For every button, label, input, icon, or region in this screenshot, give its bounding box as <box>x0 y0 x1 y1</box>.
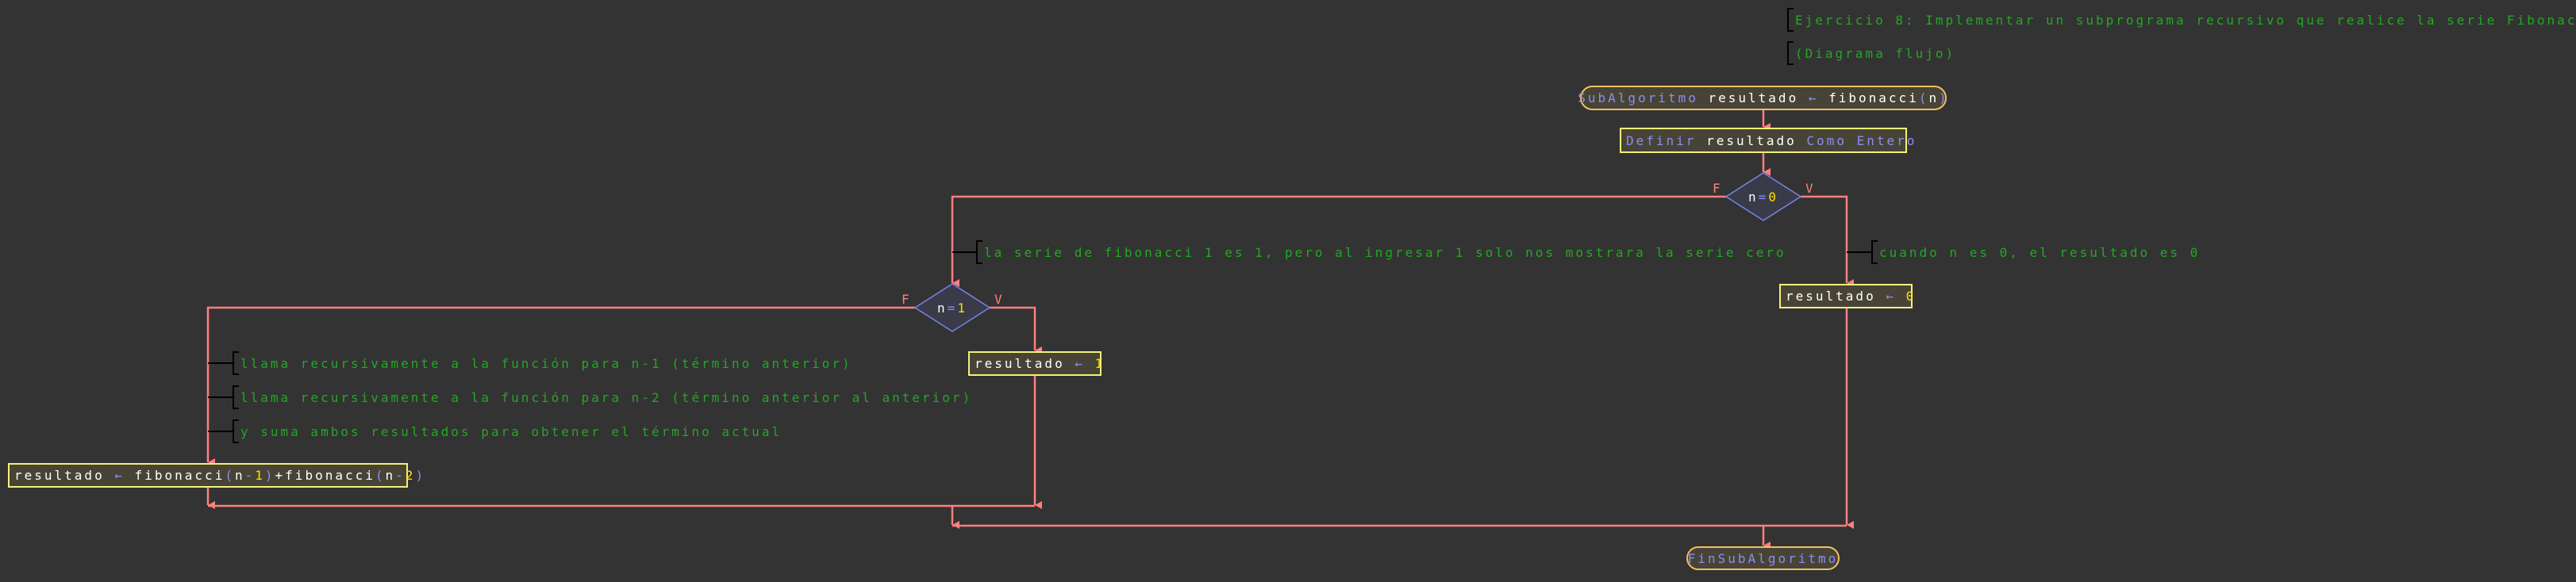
false-label: F <box>902 292 912 307</box>
comment-text: cuando n es 0, el resultado es 0 <box>1879 244 2201 260</box>
define-box[interactable]: Definir resultado Como Entero <box>1620 128 1914 153</box>
comment-rec2[interactable]: llama recursivamente a la función para n… <box>233 385 972 409</box>
comment-bracket <box>233 419 239 443</box>
paren: ) <box>1939 90 1949 105</box>
number: 0 <box>1905 289 1917 304</box>
assign-arrow: ← <box>1075 356 1085 371</box>
comment-text: y suma ambos resultados para obtener el … <box>240 423 782 439</box>
operator: = <box>947 300 958 316</box>
keyword: Como <box>1806 132 1847 148</box>
variable: n <box>234 468 245 483</box>
start-terminal[interactable]: SubAlgoritmo resultado ← fibonacci(n) <box>1578 86 1949 110</box>
assign-arrow: ← <box>1808 90 1819 105</box>
function-name: fibonacci <box>1828 90 1919 105</box>
comment-bracket <box>233 351 239 375</box>
number: 0 <box>1768 189 1778 205</box>
operator: + <box>275 468 286 483</box>
assign-one-box[interactable]: resultado ← 1 <box>968 351 1102 376</box>
comment-subtitle[interactable]: (Diagrama flujo) <box>1787 41 1955 65</box>
comment-bracket <box>976 240 982 264</box>
true-label: V <box>994 292 1005 307</box>
comment-bracket <box>1787 41 1794 65</box>
variable: n <box>385 468 396 483</box>
variable: resultado <box>1708 90 1799 105</box>
number: 1 <box>255 468 265 483</box>
parameter: n <box>1928 90 1940 105</box>
operator: = <box>1758 189 1769 205</box>
comment-bracket <box>1787 8 1794 32</box>
assign-arrow: ← <box>114 468 125 483</box>
operator: - <box>244 468 256 483</box>
paren: ( <box>1918 90 1929 105</box>
false-label: F <box>1713 181 1723 196</box>
comment-text: Ejercicio 8: Implementar un subprograma … <box>1795 12 2576 28</box>
operator: - <box>395 468 406 483</box>
comment-text: (Diagrama flujo) <box>1795 45 1956 61</box>
type: Entero <box>1856 132 1917 148</box>
number: 1 <box>957 300 967 316</box>
flow-connectors <box>206 110 1871 549</box>
keyword: SubAlgoritmo <box>1578 90 1698 105</box>
number: 1 <box>1094 356 1105 371</box>
comment-bracket <box>1871 240 1878 264</box>
true-label: V <box>1805 181 1816 196</box>
keyword: Definir <box>1626 132 1697 148</box>
variable: resultado <box>1786 289 1876 304</box>
comment-text: llama recursivamente a la función para n… <box>240 355 852 371</box>
variable: resultado <box>14 468 105 483</box>
comment-bracket <box>233 385 239 409</box>
paren: ( <box>225 468 235 483</box>
paren: ) <box>264 468 275 483</box>
assign-recursive-box[interactable]: resultado ← fibonacci(n -1) + fibonacci(n -2… <box>8 463 423 488</box>
function-name: fibonacci <box>134 468 225 483</box>
assign-zero-box[interactable]: resultado ← 0 <box>1779 284 1913 308</box>
end-terminal[interactable]: FinSubAlgoritmo <box>1686 546 1840 570</box>
paren: ) <box>415 468 426 483</box>
comment-sum[interactable]: y suma ambos resultados para obtener el … <box>233 419 782 443</box>
paren: ( <box>375 468 386 483</box>
comment-title[interactable]: Ejercicio 8: Implementar un subprograma … <box>1787 8 2576 32</box>
keyword: FinSubAlgoritmo <box>1687 550 1839 566</box>
variable: n <box>937 300 948 316</box>
decision-n1-condition: n = 1 <box>915 298 990 317</box>
comment-text: llama recursivamente a la función para n… <box>240 389 973 405</box>
comment-rec1[interactable]: llama recursivamente a la función para n… <box>233 351 852 375</box>
number: 2 <box>405 468 416 483</box>
variable: resultado <box>1706 132 1797 148</box>
function-name: fibonacci <box>285 468 375 483</box>
comment-n0-false[interactable]: la serie de fibonacci 1 es 1, pero al in… <box>976 240 1786 264</box>
comment-text: la serie de fibonacci 1 es 1, pero al in… <box>984 244 1786 260</box>
assign-arrow: ← <box>1886 289 1896 304</box>
variable: n <box>1748 189 1759 205</box>
comment-n0-true[interactable]: cuando n es 0, el resultado es 0 <box>1871 240 2200 264</box>
variable: resultado <box>975 356 1065 371</box>
decision-n0-condition: n = 0 <box>1726 187 1801 206</box>
